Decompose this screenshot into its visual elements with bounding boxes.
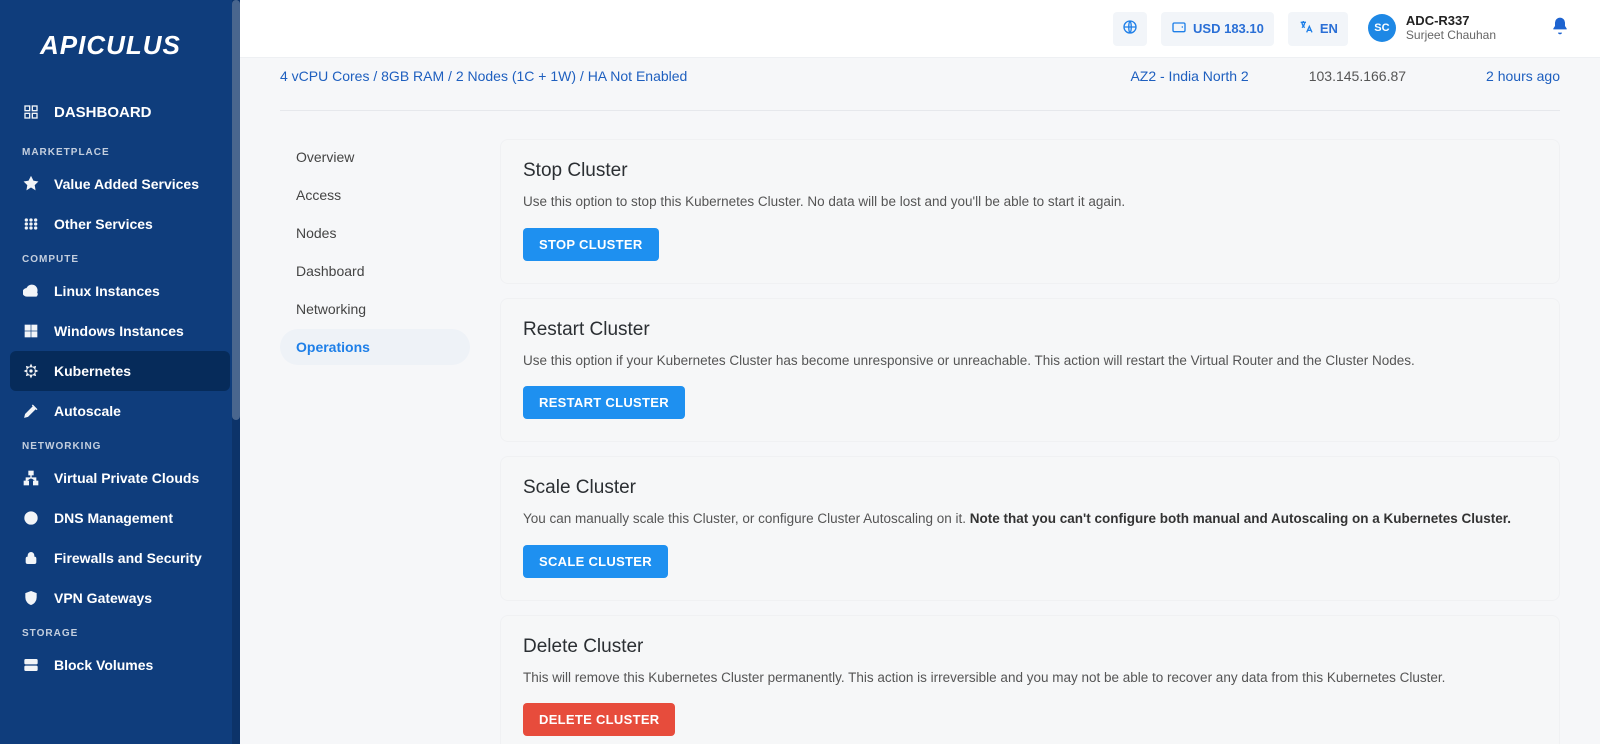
cluster-az: AZ2 - India North 2 (1130, 68, 1308, 84)
globe-icon (1122, 19, 1138, 38)
sidebar-item-block-volumes[interactable]: Block Volumes (0, 645, 240, 685)
tab-operations[interactable]: Operations (280, 329, 470, 365)
operation-card: Delete Cluster This will remove this Kube… (500, 615, 1560, 744)
card-title: Stop Cluster (523, 160, 1537, 182)
sidebar-item-value-added-services[interactable]: Value Added Services (0, 164, 240, 204)
globe-button[interactable] (1113, 12, 1147, 46)
nav-icon (22, 282, 40, 300)
language-chip[interactable]: EN (1288, 12, 1348, 46)
restart-cluster-button[interactable]: RESTART CLUSTER (523, 386, 685, 419)
sidebar-scrollbar[interactable] (232, 0, 240, 744)
sidebar-item-label: Virtual Private Clouds (54, 470, 199, 486)
cluster-age: 2 hours ago (1486, 68, 1560, 84)
detail-subnav: OverviewAccessNodesDashboardNetworkingOp… (280, 139, 470, 744)
delete-cluster-button[interactable]: DELETE CLUSTER (523, 703, 675, 736)
sidebar-item-label: Other Services (54, 216, 153, 232)
tab-access[interactable]: Access (280, 177, 470, 213)
nav-icon (22, 589, 40, 607)
balance-text: USD 183.10 (1193, 21, 1264, 36)
sidebar: APICULUS DASHBOARD MARKETPLACE Value Adde… (0, 0, 240, 744)
nav-icon (22, 322, 40, 340)
tab-nodes[interactable]: Nodes (280, 215, 470, 251)
nav-icon (22, 215, 40, 233)
wallet-icon (1171, 19, 1187, 38)
sidebar-item-dns-management[interactable]: DNS Management (0, 498, 240, 538)
nav-icon (22, 656, 40, 674)
sidebar-item-windows-instances[interactable]: Windows Instances (0, 311, 240, 351)
translate-icon (1298, 19, 1314, 38)
cluster-spec: 4 vCPU Cores / 8GB RAM / 2 Nodes (1C + 1… (280, 68, 687, 84)
cluster-summary-row: 4 vCPU Cores / 8GB RAM / 2 Nodes (1C + 1… (280, 58, 1560, 111)
scale-cluster-button[interactable]: SCALE CLUSTER (523, 545, 668, 578)
account-menu[interactable]: SC ADC-R337 Surjeet Chauhan (1368, 14, 1496, 43)
sidebar-item-autoscale[interactable]: Autoscale (0, 391, 240, 431)
page-body: 4 vCPU Cores / 8GB RAM / 2 Nodes (1C + 1… (240, 58, 1600, 744)
sidebar-item-label: Kubernetes (54, 363, 131, 379)
cluster-ip: 103.145.166.87 (1309, 68, 1486, 84)
dashboard-icon (22, 103, 40, 121)
sidebar-item-label: Autoscale (54, 403, 121, 419)
main: USD 183.10 EN SC ADC-R337 Surjeet Chauha… (240, 0, 1600, 744)
sidebar-item-firewalls-and-security[interactable]: Firewalls and Security (0, 538, 240, 578)
sidebar-item-virtual-private-clouds[interactable]: Virtual Private Clouds (0, 458, 240, 498)
sidebar-item-dashboard[interactable]: DASHBOARD (0, 87, 240, 137)
account-id: ADC-R337 (1406, 14, 1496, 29)
avatar: SC (1368, 14, 1396, 42)
sidebar-item-label: Windows Instances (54, 323, 184, 339)
balance-chip[interactable]: USD 183.10 (1161, 12, 1274, 46)
operation-card: Scale Cluster You can manually scale this… (500, 456, 1560, 601)
nav-icon (22, 402, 40, 420)
card-title: Delete Cluster (523, 636, 1537, 658)
card-title: Restart Cluster (523, 319, 1537, 341)
nav-icon (22, 175, 40, 193)
card-title: Scale Cluster (523, 477, 1537, 499)
nav-icon (22, 469, 40, 487)
sidebar-item-kubernetes[interactable]: Kubernetes (10, 351, 230, 391)
sidebar-item-label: VPN Gateways (54, 590, 152, 606)
sidebar-item-label: DASHBOARD (54, 104, 152, 121)
card-description: Use this option if your Kubernetes Clust… (523, 351, 1537, 371)
nav-icon (22, 549, 40, 567)
card-description: Use this option to stop this Kubernetes … (523, 192, 1537, 212)
nav-icon (22, 509, 40, 527)
notifications-button[interactable] (1550, 16, 1570, 41)
account-name: Surjeet Chauhan (1406, 29, 1496, 43)
sidebar-item-label: Linux Instances (54, 283, 160, 299)
sidebar-item-label: Firewalls and Security (54, 550, 202, 566)
sidebar-item-linux-instances[interactable]: Linux Instances (0, 271, 240, 311)
language-text: EN (1320, 21, 1338, 36)
card-description: This will remove this Kubernetes Cluster… (523, 668, 1537, 688)
nav-section-label: NETWORKING (0, 431, 240, 458)
nav-section-label: COMPUTE (0, 244, 240, 271)
nav-section-label: STORAGE (0, 618, 240, 645)
nav-icon (22, 362, 40, 380)
sidebar-item-label: Value Added Services (54, 176, 199, 192)
nav-section-label: MARKETPLACE (0, 137, 240, 164)
operations-cards: Stop Cluster Use this option to stop this… (500, 139, 1560, 744)
operation-card: Stop Cluster Use this option to stop this… (500, 139, 1560, 284)
card-description: You can manually scale this Cluster, or … (523, 509, 1537, 529)
brand-logo: APICULUS (0, 0, 240, 87)
sidebar-item-vpn-gateways[interactable]: VPN Gateways (0, 578, 240, 618)
tab-overview[interactable]: Overview (280, 139, 470, 175)
topbar: USD 183.10 EN SC ADC-R337 Surjeet Chauha… (240, 0, 1600, 58)
tab-networking[interactable]: Networking (280, 291, 470, 327)
sidebar-item-label: Block Volumes (54, 657, 153, 673)
tab-dashboard[interactable]: Dashboard (280, 253, 470, 289)
sidebar-item-label: DNS Management (54, 510, 173, 526)
stop-cluster-button[interactable]: STOP CLUSTER (523, 228, 659, 261)
sidebar-item-other-services[interactable]: Other Services (0, 204, 240, 244)
operation-card: Restart Cluster Use this option if your K… (500, 298, 1560, 443)
